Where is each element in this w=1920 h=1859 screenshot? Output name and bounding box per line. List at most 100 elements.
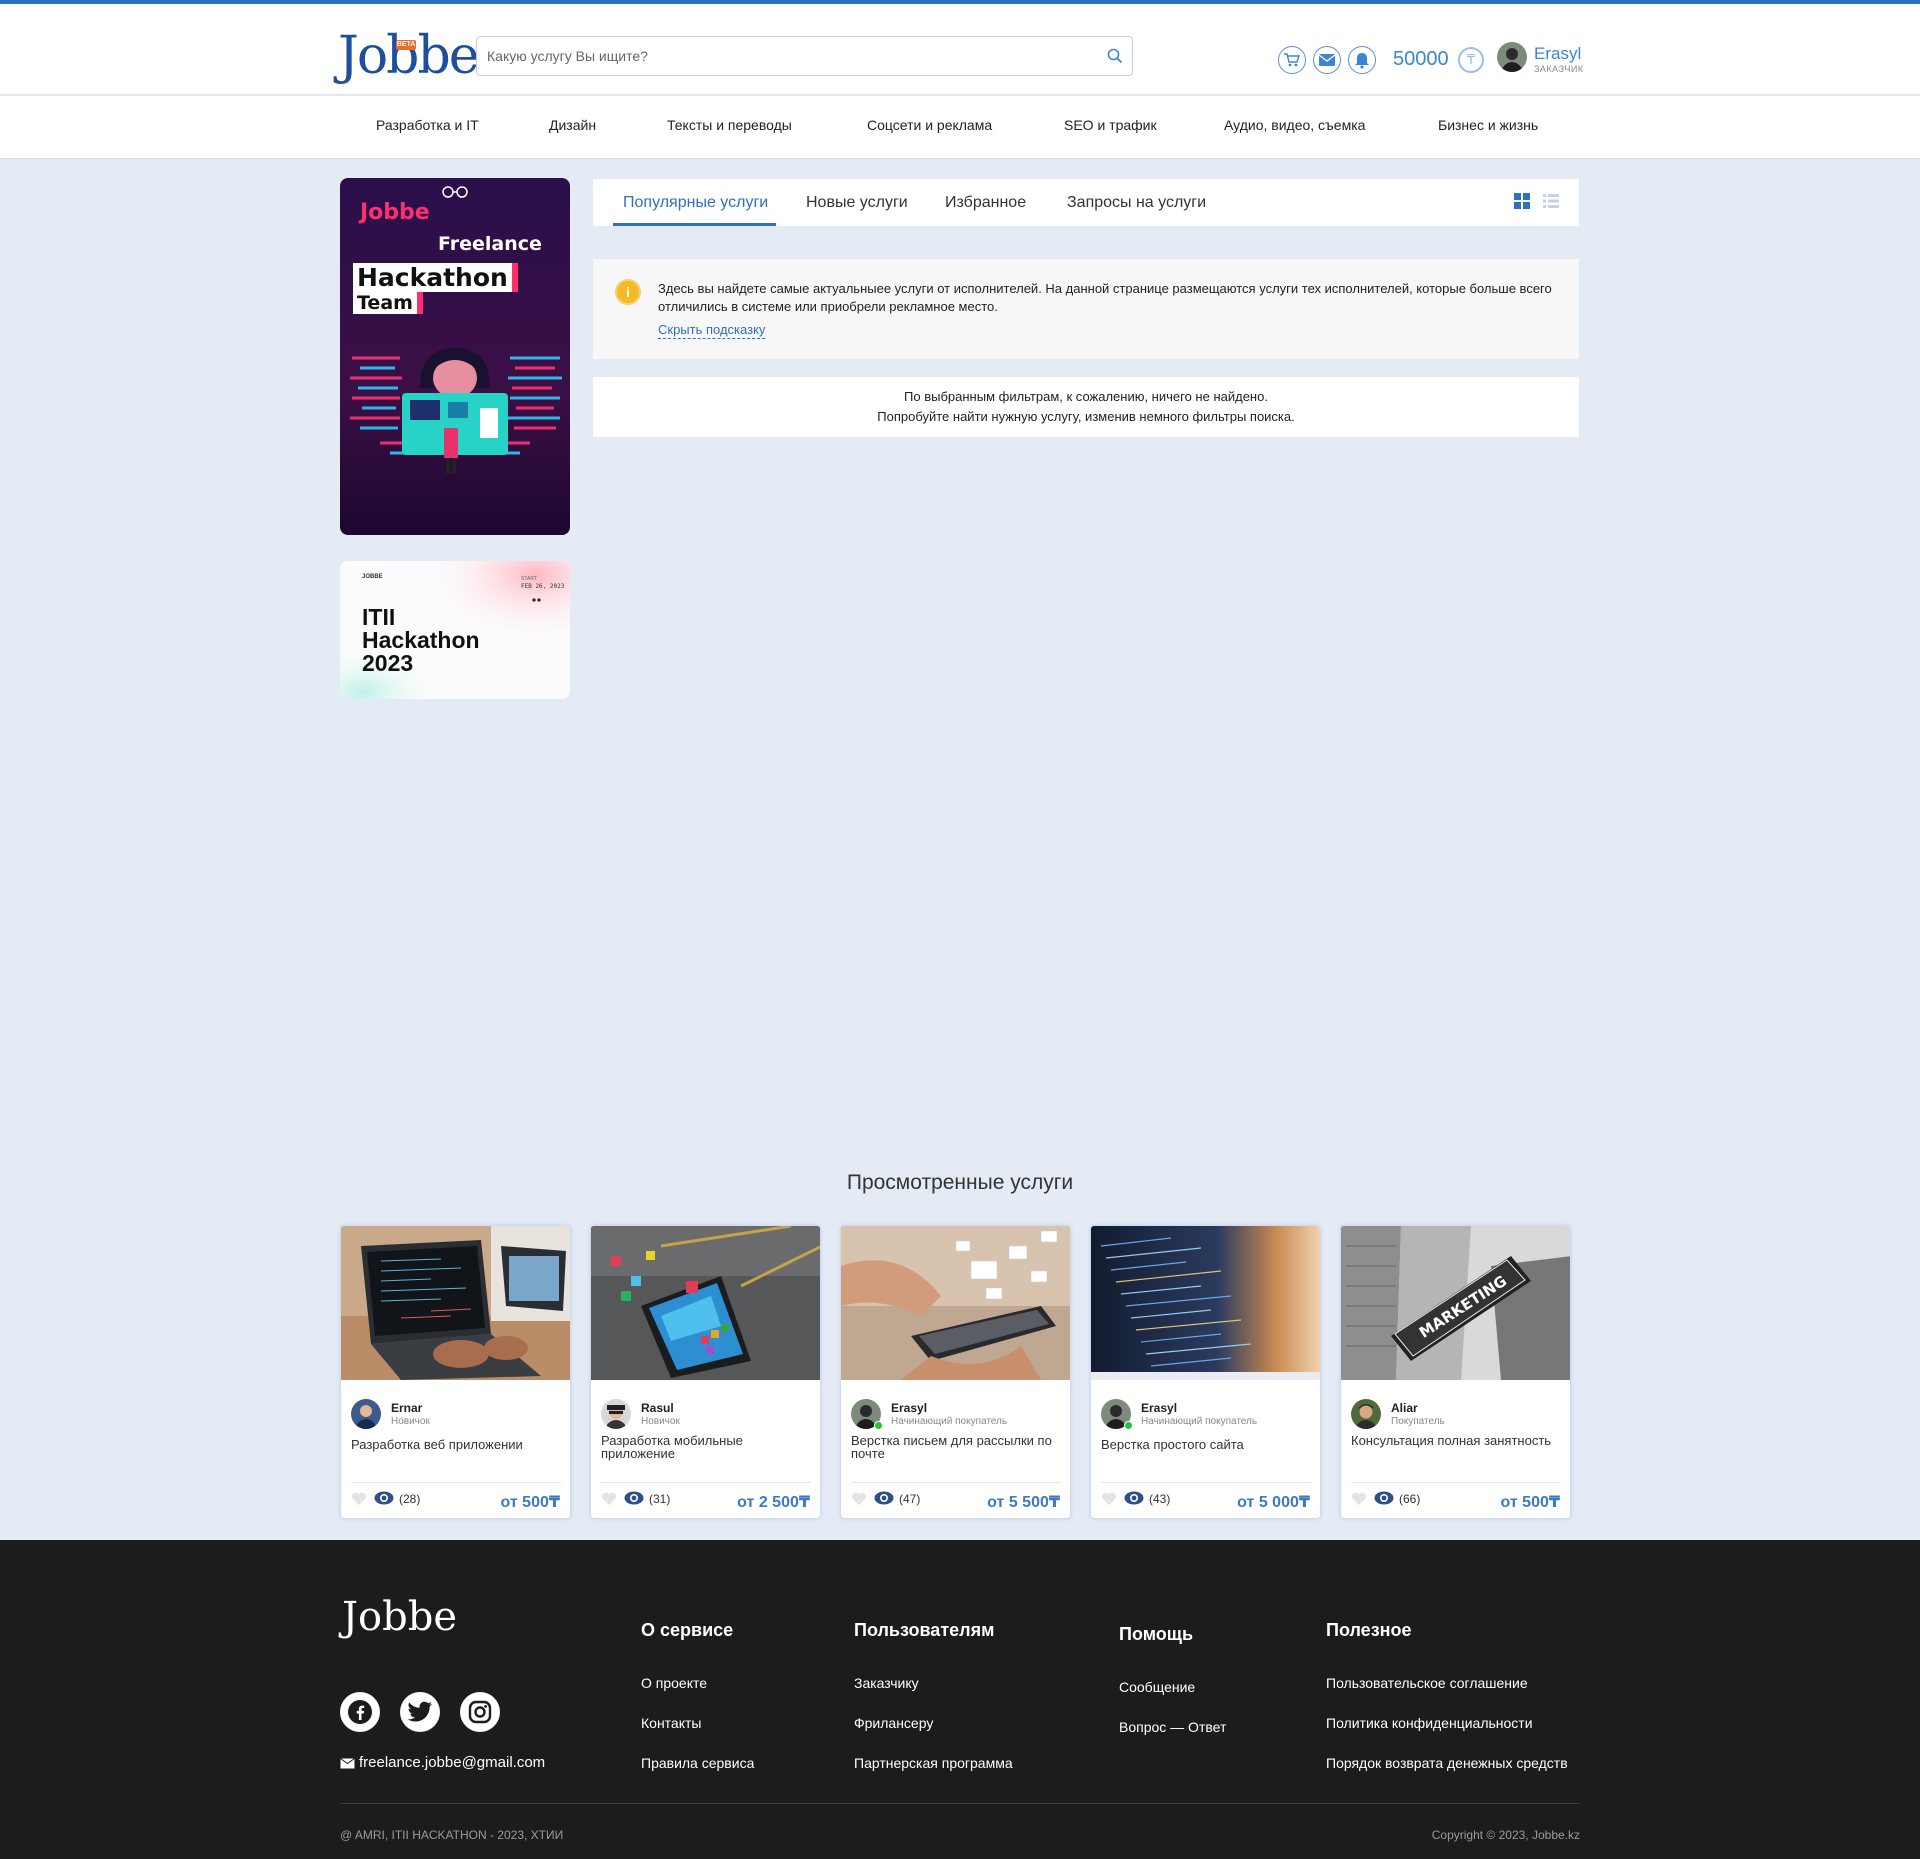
card-author-name[interactable]: Rasul [641,1401,674,1415]
hide-hint-link[interactable]: Скрыть подсказку [658,322,766,339]
category-seo[interactable]: SEO и трафик [1064,117,1157,133]
category-development[interactable]: Разработка и IT [376,117,479,133]
category-audio-video[interactable]: Аудио, видео, съемка [1224,117,1365,133]
card-service-title[interactable]: Разработка мобильные приложение [601,1434,811,1460]
user-role: ЗАКАЗЧИК [1534,64,1584,74]
hackathon-team-artwork [340,178,570,535]
footer-email-text: freelance.jobbe@gmail.com [359,1754,546,1771]
card-author-name[interactable]: Ernar [391,1401,422,1415]
category-business[interactable]: Бизнес и жизнь [1438,117,1538,133]
site-footer: Jobbe freelance.jobbe@gmail.com О сервис… [0,1540,1920,1859]
balance-amount[interactable]: 50000 [1393,48,1449,71]
site-logo[interactable]: Jobbe BETA [338,12,479,92]
cart-button[interactable] [1278,46,1306,74]
category-nav: Разработка и IT Дизайн Тексты и переводы… [0,96,1920,158]
service-card[interactable]: Erasyl Начинающий покупатель Верстка пис… [840,1225,1071,1519]
twitter-icon [407,1701,432,1722]
facebook-button[interactable] [340,1692,380,1732]
search-input[interactable] [487,45,1087,67]
card-author-level: Начинающий покупатель [1141,1416,1258,1427]
eye-icon [624,1491,644,1505]
footer-link-freelancer[interactable]: Фрилансеру [854,1715,933,1731]
service-card[interactable]: Rasul Новичок Разработка мобильные прило… [590,1225,821,1519]
footer-col-title-help: Помощь [1119,1624,1194,1644]
card-author-name[interactable]: Erasyl [891,1401,927,1415]
category-texts[interactable]: Тексты и переводы [667,117,792,133]
footer-link-contacts[interactable]: Контакты [641,1715,701,1731]
card-view-count: (43) [1149,1492,1171,1506]
instagram-button[interactable] [460,1692,500,1732]
itii-hackathon-banner[interactable]: JOBBE START FEB 26, 2023 ITII Hackathon … [340,561,570,699]
card-divider [601,1482,811,1483]
footer-link-refund[interactable]: Порядок возврата денежных средств [1326,1755,1568,1771]
card-author-name[interactable]: Erasyl [1141,1401,1177,1415]
category-social[interactable]: Соцсети и реклама [867,117,992,133]
active-tab-indicator [613,223,776,226]
search-box [476,36,1133,76]
heart-icon[interactable] [601,1492,617,1506]
service-card[interactable]: Erasyl Начинающий покупатель Верстка про… [1090,1225,1321,1519]
card-service-title[interactable]: Консультация полная занятность [1351,1434,1561,1447]
footer-link-faq[interactable]: Вопрос — Ответ [1119,1719,1226,1735]
facebook-icon [348,1700,372,1724]
cart-icon [1284,53,1300,67]
grid-view-icon[interactable] [1514,193,1530,209]
card-author-name[interactable]: Aliar [1391,1401,1418,1415]
heart-icon[interactable] [1351,1492,1367,1506]
service-card[interactable]: MARKETING Aliar Покупатель Консультация … [1340,1225,1571,1519]
card-divider [851,1482,1061,1483]
user-avatar[interactable] [1497,42,1527,72]
card-author-level: Новичок [641,1416,680,1427]
heart-icon[interactable] [1101,1492,1117,1506]
tab-favorites[interactable]: Избранное [945,194,1026,212]
footer-col-title-users: Пользователям [854,1620,995,1640]
service-card[interactable]: Ernar Новичок Разработка веб приложении … [340,1225,571,1519]
card-service-title[interactable]: Разработка веб приложении [351,1438,561,1451]
eye-icon [1124,1491,1144,1505]
banner-freelance-text: Freelance [438,233,542,255]
card-service-title[interactable]: Верстка простого сайта [1101,1438,1311,1451]
author-avatar[interactable] [1351,1399,1381,1429]
card-author-level: Начинающий покупатель [891,1416,1008,1427]
user-name[interactable]: Erasyl [1534,44,1581,64]
author-avatar[interactable] [351,1399,381,1429]
hackathon-team-banner[interactable]: Jobbe Freelance Hackathon Team [340,178,570,535]
list-view-icon[interactable] [1543,193,1559,209]
footer-link-message[interactable]: Сообщение [1119,1679,1195,1695]
itii-title-2: Hackathon [362,627,480,653]
heart-icon[interactable] [351,1492,367,1506]
eye-icon [1374,1491,1394,1505]
footer-link-agreement[interactable]: Пользовательское соглашение [1326,1675,1528,1691]
tab-requests[interactable]: Запросы на услуги [1067,194,1206,212]
card-service-title[interactable]: Верстка письем для рассылки по почте [851,1434,1061,1460]
tab-new[interactable]: Новые услуги [806,194,908,212]
category-design[interactable]: Дизайн [549,117,596,133]
empty-results-message: По выбранным фильтрам, к сожалению, ниче… [593,377,1579,437]
online-status-dot [1124,1421,1133,1430]
notifications-button[interactable] [1348,46,1376,74]
hint-panel: i Здесь вы найдете самые актуальныее усл… [593,259,1579,359]
footer-link-about-project[interactable]: О проекте [641,1675,707,1691]
messages-button[interactable] [1313,46,1341,74]
search-icon[interactable] [1106,47,1124,65]
author-avatar[interactable] [601,1399,631,1429]
card-divider [351,1482,561,1483]
footer-link-rules[interactable]: Правила сервиса [641,1755,754,1771]
banner-hackathon-text: Hackathon [353,263,518,292]
footer-logo[interactable]: Jobbe [342,1594,457,1640]
service-tabs: Популярные услуги Новые услуги Избранное… [593,179,1579,226]
tab-popular[interactable]: Популярные услуги [623,194,768,212]
bell-icon [1355,53,1369,69]
eye-icon [374,1491,394,1505]
footer-link-partner[interactable]: Партнерская программа [854,1755,1013,1771]
heart-icon[interactable] [851,1492,867,1506]
twitter-button[interactable] [400,1692,440,1732]
footer-link-customer[interactable]: Заказчику [854,1675,919,1691]
footer-email[interactable]: freelance.jobbe@gmail.com [340,1754,545,1771]
logo-text: Jobbe [338,26,479,86]
banner-team-text: Team [353,292,423,314]
empty-results-line-1: По выбранным фильтрам, к сожалению, ниче… [904,389,1268,404]
footer-link-privacy[interactable]: Политика конфиденциальности [1326,1715,1533,1731]
card-view-count: (66) [1399,1492,1421,1506]
footer-col-title-about: О сервисе [641,1620,734,1640]
